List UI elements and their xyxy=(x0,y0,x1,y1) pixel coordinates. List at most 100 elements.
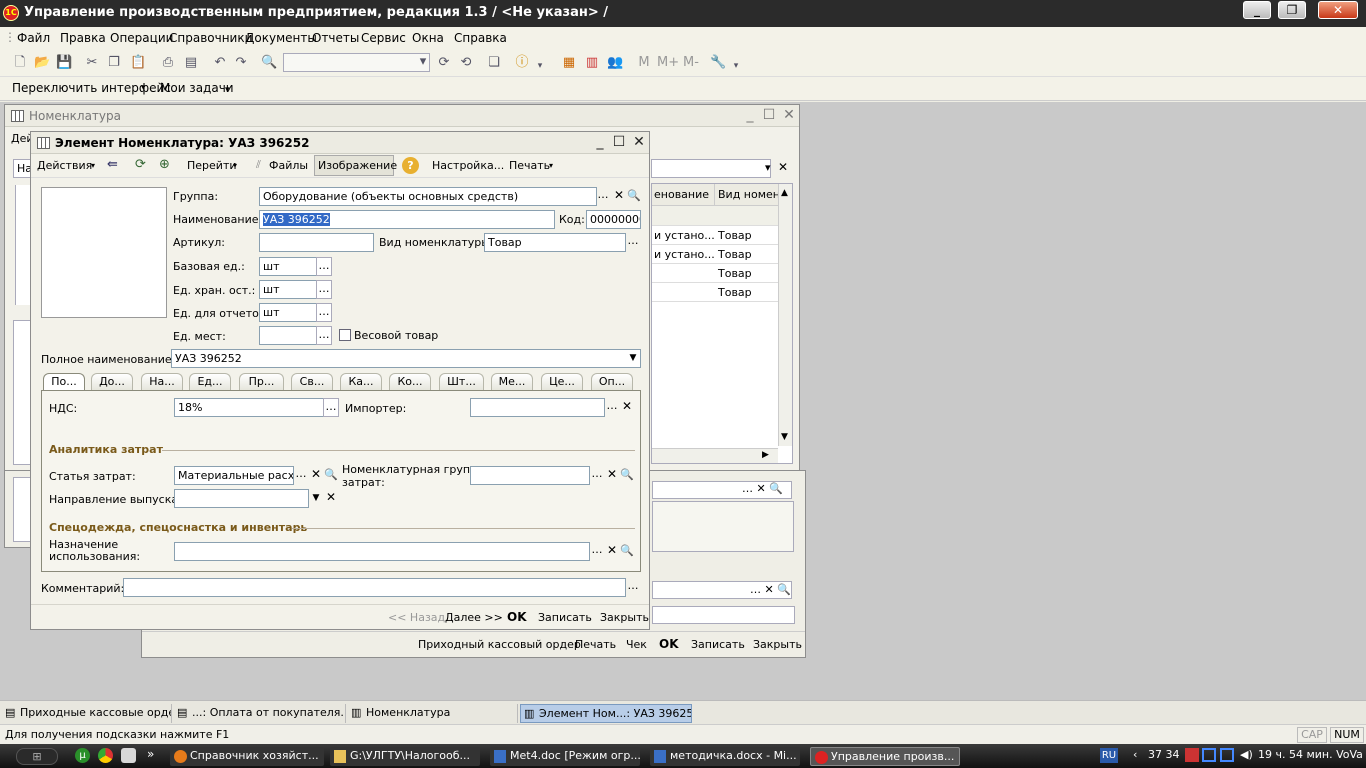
cash-order-button[interactable]: Приходный кассовый ордер xyxy=(418,638,581,651)
kind-field[interactable]: Товар xyxy=(484,233,626,252)
search-icon[interactable]: 🔍 xyxy=(261,55,277,71)
clear-icon[interactable]: … ✕ 🔍 xyxy=(742,482,783,495)
code-field[interactable]: 00000000 xyxy=(586,210,641,229)
windows-icon[interactable]: ❏ xyxy=(486,55,502,71)
goto-button[interactable]: Перейти xyxy=(187,159,237,172)
memory-plus-button[interactable]: M+ xyxy=(657,55,679,71)
more-icon[interactable]: » xyxy=(147,747,154,761)
clear-icon[interactable]: ✕ xyxy=(611,187,627,206)
close-icon[interactable]: ✕ xyxy=(1318,1,1358,19)
tab-prices[interactable]: Це... xyxy=(541,373,583,390)
nom-group-field[interactable] xyxy=(470,466,590,485)
menu-windows[interactable]: Окна xyxy=(412,31,444,45)
minimize-icon[interactable]: _ xyxy=(592,134,608,150)
close-icon[interactable]: ✕ xyxy=(631,134,647,150)
select-icon[interactable]: … xyxy=(316,303,332,322)
close-button[interactable]: Закрыть xyxy=(753,638,802,651)
comment-field[interactable] xyxy=(123,578,626,597)
os-task-word1[interactable]: Met4.doc [Режим огр... xyxy=(490,747,640,766)
tools-icon[interactable]: 🔧 xyxy=(710,55,726,71)
task-nomenclature[interactable]: ▥ Номенклатура xyxy=(348,704,518,723)
full-name-field[interactable]: УАЗ 396252 xyxy=(171,349,641,368)
table-row[interactable] xyxy=(652,206,778,226)
language-indicator[interactable]: RU xyxy=(1100,748,1118,763)
switch-interface-button[interactable]: Переключить интерфейс xyxy=(12,81,171,95)
tab-properties[interactable]: Пр... xyxy=(239,373,284,390)
tab-components[interactable]: Ко... xyxy=(389,373,431,390)
place-unit-field[interactable] xyxy=(259,326,317,345)
usage-field[interactable] xyxy=(174,542,590,561)
tab-additional[interactable]: До... xyxy=(91,373,133,390)
image-button[interactable]: Изображение xyxy=(314,155,397,176)
scroll-up-icon[interactable]: ▲ xyxy=(781,188,788,198)
minimize-icon[interactable]: _ xyxy=(1243,1,1271,19)
importer-field[interactable] xyxy=(470,398,605,417)
search-icon[interactable]: 🔍 xyxy=(626,187,642,206)
report-unit-field[interactable]: шт xyxy=(259,303,317,322)
undo-icon[interactable]: ↶ xyxy=(212,55,228,71)
volume-icon[interactable]: ◀) xyxy=(1240,748,1253,761)
save-button[interactable]: Записать xyxy=(691,638,745,651)
os-task-firefox[interactable]: Справочник хозяйст... xyxy=(170,747,324,766)
col-name[interactable]: енование xyxy=(654,188,709,201)
preview-icon[interactable]: ▤ xyxy=(183,55,199,71)
os-task-1c[interactable]: Управление произв... xyxy=(810,747,960,766)
clear-icon[interactable]: ✕ xyxy=(604,542,620,561)
minimize-icon[interactable]: _ xyxy=(742,107,758,123)
task-cash-orders[interactable]: ▤ Приходные кассовые ордера xyxy=(2,704,172,723)
tab-accounts[interactable]: На... xyxy=(141,373,183,390)
tab-features[interactable]: Св... xyxy=(291,373,333,390)
tray-expand-icon[interactable]: ‹ xyxy=(1133,748,1137,761)
tab-description[interactable]: Оп... xyxy=(591,373,633,390)
tab-barcodes[interactable]: Шт... xyxy=(439,373,484,390)
select-icon[interactable]: … xyxy=(316,280,332,299)
weight-checkbox[interactable] xyxy=(339,329,351,341)
close-button[interactable]: Закрыть xyxy=(600,611,649,624)
tab-main[interactable]: По... xyxy=(43,373,85,390)
search-icon[interactable]: 🔍 xyxy=(619,542,635,561)
maximize-icon[interactable]: ❐ xyxy=(1278,1,1306,19)
my-tasks-button[interactable]: Мои задачи xyxy=(160,81,234,95)
select-icon[interactable]: … xyxy=(316,257,332,276)
task-element[interactable]: ▥ Элемент Ном...: УАЗ 396252 xyxy=(520,704,692,723)
storage-unit-field[interactable]: шт xyxy=(259,280,317,299)
chevron-down-icon[interactable]: ▼ xyxy=(625,349,641,368)
menu-service[interactable]: Сервис xyxy=(361,31,406,45)
save-icon[interactable]: 💾 xyxy=(56,55,72,71)
select-icon[interactable]: … xyxy=(323,398,339,417)
chevron-down-icon[interactable]: ▾ xyxy=(532,58,548,74)
nom-filter-field[interactable] xyxy=(651,159,771,178)
select-icon[interactable]: … xyxy=(604,398,620,417)
menu-catalogs[interactable]: Справочники xyxy=(169,31,252,45)
menu-file[interactable]: Файл xyxy=(17,31,50,45)
print-icon[interactable]: ⎙ xyxy=(160,55,176,71)
calendar-icon[interactable]: ▥ xyxy=(584,55,600,71)
base-unit-field[interactable]: шт xyxy=(259,257,317,276)
menu-documents[interactable]: Документы xyxy=(245,31,317,45)
search-icon[interactable]: 🔍 xyxy=(619,466,635,485)
tab-units[interactable]: Ед... xyxy=(189,373,231,390)
scroll-right-icon[interactable]: ▶ xyxy=(762,450,769,460)
memory-button[interactable]: M xyxy=(636,55,652,71)
scroll-down-icon[interactable]: ▼ xyxy=(781,432,788,442)
ok-button[interactable]: OK xyxy=(659,637,679,651)
vertical-scrollbar[interactable]: ▲ ▼ xyxy=(778,184,792,446)
network-icon[interactable] xyxy=(1185,748,1199,762)
calculator-icon[interactable]: ▦ xyxy=(561,55,577,71)
clear-icon[interactable]: ✕ xyxy=(604,466,620,485)
open-icon[interactable]: 📂 xyxy=(34,55,50,71)
maximize-icon[interactable]: ☐ xyxy=(611,134,627,150)
users-icon[interactable]: 👥 xyxy=(607,55,623,71)
app-icon[interactable] xyxy=(121,748,136,763)
article-field[interactable] xyxy=(259,233,374,252)
direction-field[interactable] xyxy=(174,489,309,508)
torrent-icon[interactable]: μ xyxy=(75,748,90,763)
clear-icon[interactable]: ✕ xyxy=(619,398,635,417)
new-icon[interactable]: 🗋 xyxy=(12,55,28,71)
maximize-icon[interactable]: ☐ xyxy=(761,107,777,123)
task-payment[interactable]: ▤...: Оплата от покупателя. П... xyxy=(174,704,346,723)
save-record-icon[interactable]: ⇚ xyxy=(107,157,118,172)
chevron-down-icon[interactable]: ▼ xyxy=(308,489,324,508)
table-row[interactable]: и устано... Товар xyxy=(652,226,778,245)
tab-categories[interactable]: Ка... xyxy=(340,373,382,390)
